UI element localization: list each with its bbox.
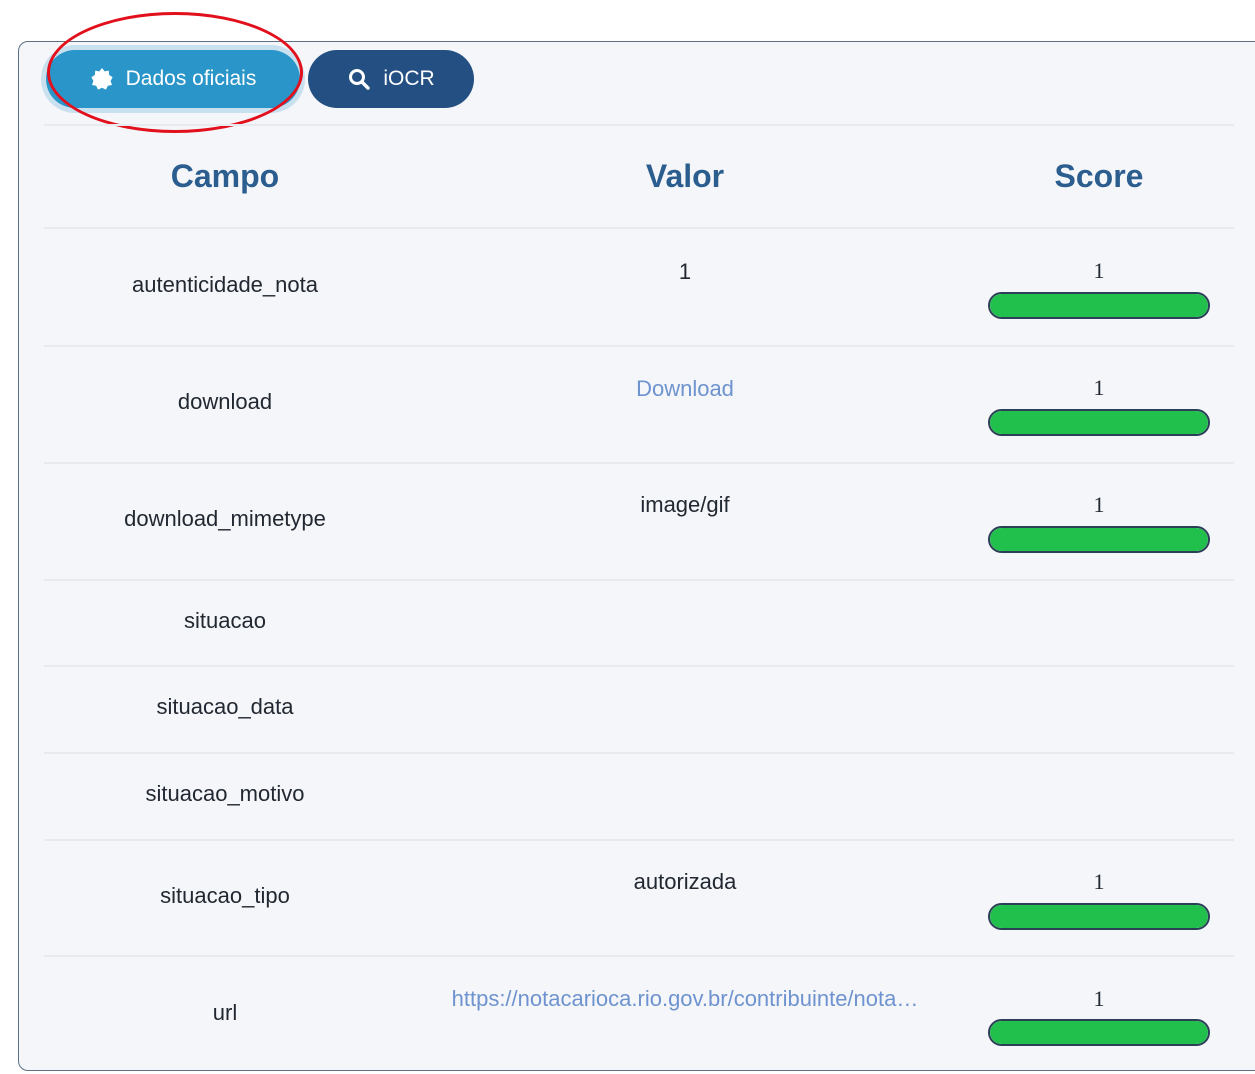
divider (44, 752, 1234, 754)
score-bar-fill (990, 1021, 1208, 1044)
score-bar-fill (990, 528, 1208, 551)
divider (44, 665, 1234, 667)
valor-cell: 1 (678, 259, 692, 284)
download-link[interactable]: Download (385, 376, 985, 402)
score-value: 1 (1093, 492, 1105, 517)
score-bar-fill (990, 294, 1208, 317)
score-value: 1 (1093, 375, 1105, 400)
tab-dados-oficiais[interactable]: Dados oficiais (46, 50, 300, 108)
score-value: 1 (1093, 869, 1105, 894)
badge-check-icon (90, 67, 114, 91)
score-bar (988, 526, 1210, 553)
divider (44, 345, 1234, 347)
campo-cell: autenticidade_nota (132, 272, 318, 297)
valor-cell: image/gif (640, 492, 730, 517)
column-header-valor: Valor (645, 158, 725, 194)
campo-cell: situacao_data (156, 694, 294, 719)
score-bar (988, 903, 1210, 930)
score-bar (988, 409, 1210, 436)
tab-dados-label: Dados oficiais (125, 67, 257, 90)
column-header-campo: Campo (170, 158, 280, 194)
search-icon (347, 67, 371, 91)
divider (44, 839, 1234, 841)
campo-cell: situacao (184, 608, 266, 633)
column-header-score: Score (1054, 158, 1144, 194)
campo-cell: url (212, 1000, 238, 1025)
divider (44, 227, 1234, 229)
divider (44, 955, 1234, 957)
tab-iocr[interactable]: iOCR (308, 50, 474, 108)
divider (44, 579, 1234, 581)
valor-cell: autorizada (633, 869, 737, 894)
campo-cell: situacao_motivo (145, 781, 305, 806)
score-value: 1 (1093, 986, 1105, 1011)
divider (44, 124, 1234, 126)
score-bar-fill (990, 905, 1208, 928)
url-link[interactable]: https://notacarioca.rio.gov.br/contribui… (385, 986, 985, 1012)
tab-iocr-label: iOCR (383, 67, 435, 90)
campo-cell: download_mimetype (124, 506, 326, 531)
divider (44, 462, 1234, 464)
campo-cell: situacao_tipo (160, 883, 290, 908)
score-bar (988, 292, 1210, 319)
campo-cell: download (177, 389, 273, 414)
score-bar-fill (990, 411, 1208, 434)
score-bar (988, 1019, 1210, 1046)
score-value: 1 (1093, 258, 1105, 283)
